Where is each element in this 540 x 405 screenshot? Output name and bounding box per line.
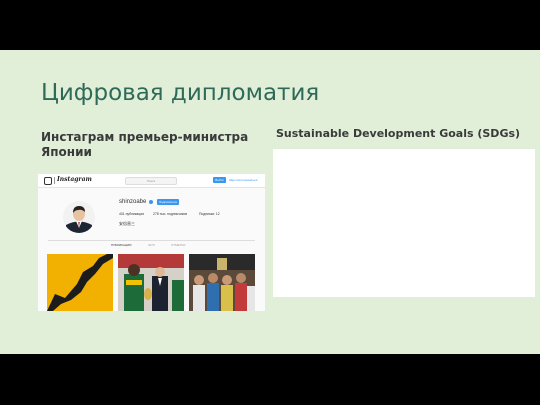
follow-button[interactable]: Подписаться	[157, 199, 179, 205]
post-thumbnail[interactable]	[47, 254, 113, 311]
post-thumbnail[interactable]	[118, 254, 184, 311]
left-heading: Инстаграм премьер-министра Японии	[41, 130, 249, 159]
slide: Цифровая дипломатия Инстаграм премьер-ми…	[0, 50, 540, 354]
username: shinzoabe	[119, 199, 147, 205]
followers-count[interactable]: 278 тыс. подписчиков	[153, 212, 187, 216]
signup-link[interactable]: Зарегистрироваться	[229, 177, 257, 183]
right-heading: Sustainable Development Goals (SDGs)	[276, 127, 521, 140]
tabs-divider	[48, 240, 255, 241]
avatar[interactable]	[63, 201, 95, 233]
tab-igtv[interactable]: IGTV	[148, 243, 155, 247]
slide-title: Цифровая дипломатия	[41, 80, 320, 106]
profile-name: 安倍晋三	[119, 221, 135, 226]
login-button[interactable]: Войти	[213, 177, 226, 183]
rugby-post-image	[118, 254, 184, 311]
post-thumbnail[interactable]	[189, 254, 255, 311]
following-count[interactable]: Подписки: 12	[199, 212, 220, 216]
verified-badge-icon	[149, 200, 153, 204]
instagram-screenshot: Instagram Поиск Войти Зарегистрироваться…	[38, 174, 265, 311]
tab-posts[interactable]: ПУБЛИКАЦИИ	[111, 243, 131, 247]
celebration-post-image	[189, 254, 255, 311]
instagram-logo[interactable]: Instagram	[57, 176, 92, 183]
posts-count: 401 публикация	[119, 212, 144, 216]
instagram-top-bar: Instagram Поиск Войти Зарегистрироваться	[38, 174, 265, 188]
map-post-image	[47, 254, 113, 311]
tab-tagged[interactable]: ОТМЕТКИ	[171, 243, 185, 247]
avatar-image	[63, 201, 95, 233]
sdg-image-placeholder	[273, 149, 535, 297]
divider	[54, 177, 55, 184]
camera-icon[interactable]	[44, 177, 52, 185]
search-input[interactable]: Поиск	[125, 177, 177, 185]
